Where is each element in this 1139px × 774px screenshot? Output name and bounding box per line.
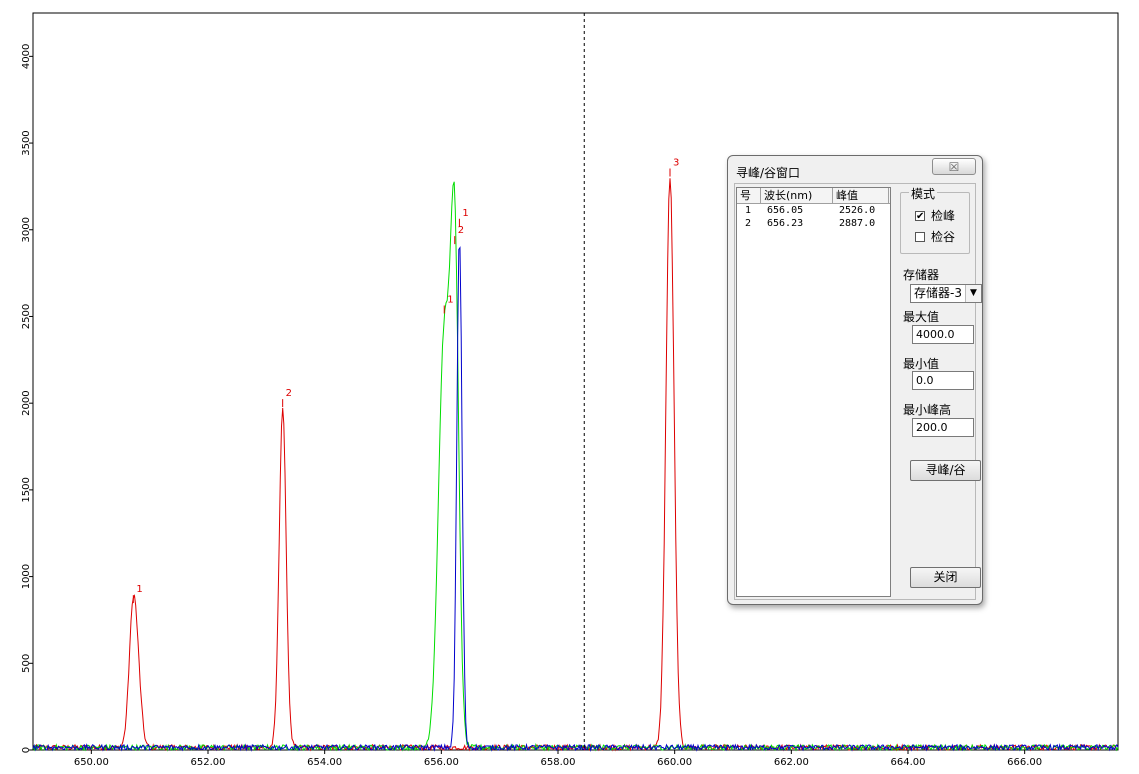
min-peak-label: 最小峰高 <box>903 403 952 417</box>
x-tick-label: 654.00 <box>307 757 342 768</box>
col-header-index[interactable]: 号 <box>737 188 761 203</box>
cell-peak: 2526.0 <box>839 205 876 216</box>
x-tick-label: 656.00 <box>424 757 459 768</box>
chevron-down-icon[interactable]: ▼ <box>965 285 981 302</box>
peak-label: 1 <box>462 208 468 219</box>
cell-index: 2 <box>745 218 752 229</box>
find-peak-valley-button[interactable]: 寻峰/谷 <box>910 460 981 481</box>
x-tick-label: 650.00 <box>74 757 109 768</box>
storage-select[interactable]: 存储器-3 ▼ <box>910 284 982 303</box>
storage-select-value: 存储器-3 <box>914 286 962 300</box>
y-tick-label: 0 <box>21 747 32 753</box>
peak-checkbox-label: 检峰 <box>931 209 956 223</box>
y-tick-label: 1500 <box>21 477 32 502</box>
table-row[interactable]: 2 656.23 2887.0 <box>737 217 890 230</box>
dialog-title: 寻峰/谷窗口 <box>736 166 801 180</box>
peak-label: 1 <box>136 584 142 595</box>
y-tick-label: 4000 <box>21 44 32 69</box>
y-tick-label: 1000 <box>21 564 32 589</box>
cell-index: 1 <box>745 205 752 216</box>
max-label: 最大值 <box>903 310 940 324</box>
x-tick-label: 666.00 <box>1007 757 1042 768</box>
cell-wavelength: 656.05 <box>767 205 804 216</box>
peak-valley-dialog: 寻峰/谷窗口 ☒ 号 波长(nm) 峰值 1 656.05 2526.0 2 6… <box>727 155 983 605</box>
max-input[interactable]: 4000.0 <box>912 325 974 344</box>
y-tick-label: 2500 <box>21 304 32 329</box>
min-input[interactable]: 0.0 <box>912 371 974 390</box>
dialog-body: 号 波长(nm) 峰值 1 656.05 2526.0 2 656.23 288… <box>734 183 982 600</box>
peak-label: 1 <box>447 294 453 305</box>
valley-check-icon[interactable] <box>915 231 925 242</box>
y-tick-label: 2000 <box>21 390 32 415</box>
x-tick-label: 652.00 <box>191 757 226 768</box>
y-tick-label: 500 <box>21 654 32 673</box>
x-tick-label: 664.00 <box>891 757 926 768</box>
cell-peak: 2887.0 <box>839 218 876 229</box>
peak-label: 2 <box>458 225 464 236</box>
min-peak-input[interactable]: 200.0 <box>912 418 974 437</box>
peak-list[interactable]: 号 波长(nm) 峰值 1 656.05 2526.0 2 656.23 288… <box>736 187 891 597</box>
x-tick-label: 662.00 <box>774 757 809 768</box>
y-tick-label: 3000 <box>21 217 32 242</box>
peak-list-header: 号 波长(nm) 峰值 <box>737 188 890 204</box>
col-header-peak[interactable]: 峰值 <box>833 188 889 203</box>
table-row[interactable]: 1 656.05 2526.0 <box>737 204 890 217</box>
peak-check-icon[interactable]: ✔ <box>915 210 925 221</box>
mode-group-title: 模式 <box>909 185 938 202</box>
min-label: 最小值 <box>903 357 940 371</box>
mode-group: 模式 ✔ 检峰 检谷 <box>900 185 970 254</box>
dialog-close-icon[interactable]: ☒ <box>932 158 976 175</box>
valley-checkbox-label: 检谷 <box>931 230 956 244</box>
peak-label: 2 <box>286 388 292 399</box>
y-tick-label: 3500 <box>21 130 32 155</box>
x-tick-label: 658.00 <box>541 757 576 768</box>
x-tick-label: 660.00 <box>657 757 692 768</box>
cell-wavelength: 656.23 <box>767 218 804 229</box>
peak-checkbox[interactable]: ✔ 检峰 <box>915 207 955 224</box>
storage-label: 存储器 <box>903 268 940 282</box>
valley-checkbox[interactable]: 检谷 <box>915 228 955 245</box>
peak-label: 3 <box>673 157 679 168</box>
close-button[interactable]: 关闭 <box>910 567 981 588</box>
col-header-wavelength[interactable]: 波长(nm) <box>761 188 833 203</box>
